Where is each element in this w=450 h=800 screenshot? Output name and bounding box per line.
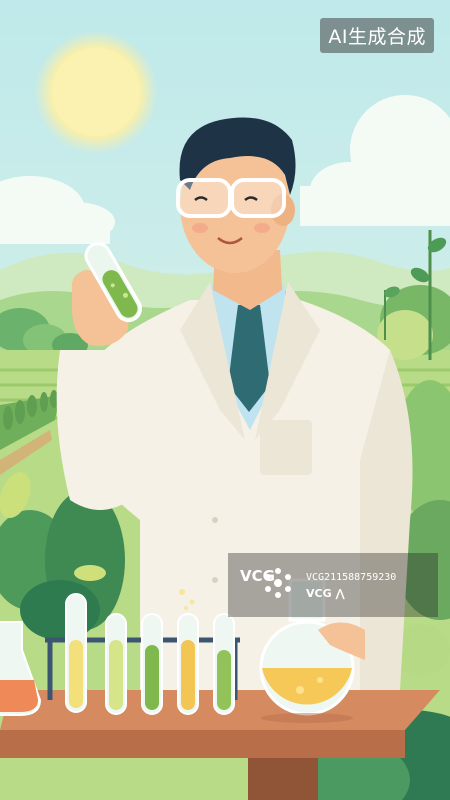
ai-generated-badge: AI生成合成 [320, 18, 434, 53]
vcg-watermark: VCG VCG211588759230 VCG ⋀ [228, 553, 438, 617]
vcg-logo-right: VCG ⋀ [306, 587, 345, 600]
coat-pocket [260, 420, 312, 475]
illustration-scene [0, 0, 450, 800]
sun [52, 48, 140, 136]
vcg-mark-icon [265, 568, 291, 598]
vcg-image-id: VCG211588759230 [306, 572, 397, 583]
